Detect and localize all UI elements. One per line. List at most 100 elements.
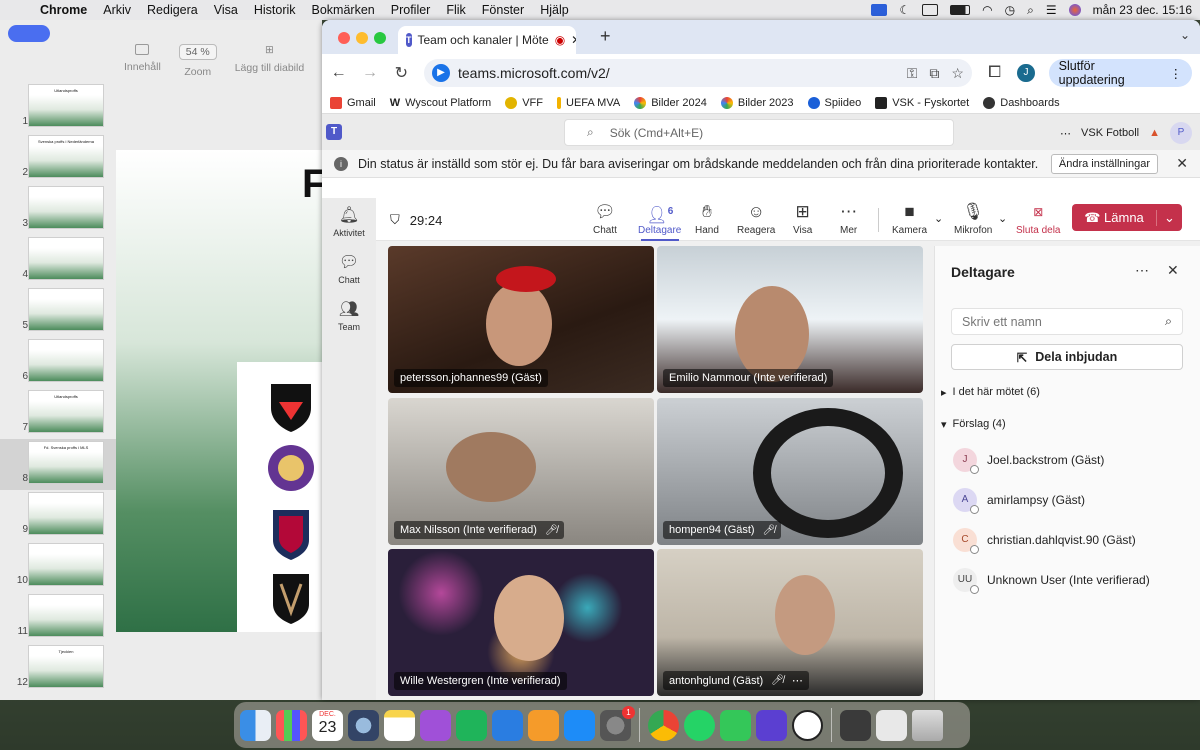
clock-icon[interactable]	[792, 709, 823, 741]
rail-item-teams[interactable]: 👥︎ Team	[322, 292, 376, 339]
minimize-window-button[interactable]	[356, 32, 368, 44]
site-info-icon[interactable]: ▶	[431, 64, 450, 82]
tile-more-icon[interactable]: ⋯	[792, 674, 803, 687]
menu-item-profiler[interactable]: Profiler	[383, 3, 439, 17]
tab-teams[interactable]: T Team och kanaler | Möte ◉ ✕	[398, 26, 576, 54]
time-machine-icon[interactable]: ◷	[1005, 3, 1015, 17]
update-button[interactable]: Slutför uppdatering ⋮	[1048, 59, 1192, 87]
slide-thumbnail[interactable]: 1 Utlandsproffs	[0, 82, 116, 133]
react-button[interactable]: ☺ Reagera	[737, 202, 775, 236]
mic-options-chevron-icon[interactable]: ⌄	[998, 212, 1007, 225]
suggested-person[interactable]: A amirlampsy (Gäst)	[953, 488, 1085, 514]
calendar-icon[interactable]: DEC. 23	[312, 709, 343, 741]
camera-options-chevron-icon[interactable]: ⌄	[934, 212, 943, 225]
video-tile[interactable]: Wille Westergren (Inte verifierad)	[388, 549, 654, 696]
panel-more-icon[interactable]: ⋯	[1135, 262, 1149, 279]
bookmark-bilder-2024[interactable]: Bilder 2024	[634, 96, 707, 109]
in-meeting-section-toggle[interactable]: ▸ I det här mötet (6)	[941, 386, 1040, 399]
bookmark-spiideo[interactable]: Spiideo	[807, 96, 861, 109]
notes-icon[interactable]	[384, 709, 415, 741]
system-settings-icon[interactable]: 1	[600, 705, 635, 741]
recent-window-icon[interactable]	[840, 709, 871, 741]
video-tile[interactable]: Emilio Nammour (Inte verifierad)	[657, 246, 923, 393]
microphone-button[interactable]: 🎙︎ Mikrofon	[954, 202, 992, 236]
menu-item-bokmarken[interactable]: Bokmärken	[304, 3, 383, 17]
teams-logo-icon[interactable]: T	[326, 124, 342, 140]
teams-search-input[interactable]: ⌕ Sök (Cmd+Alt+E)	[564, 119, 954, 146]
whatsapp-icon[interactable]	[684, 709, 715, 741]
battery-icon[interactable]	[950, 5, 971, 15]
more-options-icon[interactable]: ⋯	[1060, 127, 1071, 140]
panel-close-icon[interactable]: ✕	[1167, 262, 1179, 279]
suggestions-section-toggle[interactable]: ▾ Förslag (4)	[941, 418, 1006, 431]
extensions-icon[interactable]: ⧠	[986, 64, 1003, 82]
quicktime-icon[interactable]	[348, 709, 379, 741]
slide-thumbnail[interactable]: 4	[0, 235, 116, 286]
url-text[interactable]: teams.microsoft.com/v2/	[458, 65, 610, 81]
camera-button[interactable]: ■ Kamera	[892, 202, 927, 236]
content-button[interactable]: Innehåll	[124, 44, 161, 102]
close-tab-icon[interactable]: ✕	[571, 33, 576, 47]
recent-window-icon[interactable]	[876, 709, 907, 741]
menu-item-fonster[interactable]: Fönster	[474, 3, 532, 17]
participants-button[interactable]: 👤︎6 Deltagare	[638, 202, 681, 241]
launchpad-icon[interactable]	[276, 709, 307, 741]
suggested-person[interactable]: J Joel.backstrom (Gäst)	[953, 448, 1104, 474]
bookmark-vff[interactable]: VFF	[505, 96, 543, 109]
bookmark-vsk-fyskortet[interactable]: VSK - Fyskortet	[875, 96, 969, 109]
video-tile[interactable]: hompen94 (Gäst) 🎤︎̸	[657, 398, 923, 545]
spotlight-search-icon[interactable]: ⌕	[1027, 3, 1034, 18]
siri-icon[interactable]	[1068, 4, 1081, 16]
user-avatar[interactable]: P	[1170, 122, 1192, 144]
imovie-icon[interactable]	[756, 709, 787, 741]
participant-search-input[interactable]: Skriv ett namn ⌕	[951, 308, 1183, 335]
screen-share-icon[interactable]	[871, 4, 888, 16]
change-settings-button[interactable]: Ändra inställningar	[1050, 154, 1158, 174]
leave-options-chevron-icon[interactable]: ⌄	[1156, 209, 1182, 226]
video-tile[interactable]: Max Nilsson (Inte verifierad) 🎤︎̸	[388, 398, 654, 545]
keyboard-icon[interactable]	[922, 4, 939, 16]
menu-item-visa[interactable]: Visa	[206, 3, 246, 17]
slide-canvas[interactable]: F	[116, 150, 326, 632]
back-button[interactable]: ←	[330, 64, 347, 82]
slide-thumbnail[interactable]: 8 Fd. Svenska proffs i MLS	[0, 439, 116, 490]
zoom-value[interactable]: 54 %	[178, 44, 217, 60]
app-store-icon[interactable]	[564, 709, 595, 741]
view-button[interactable]: ⊞ Visa	[793, 202, 812, 236]
zoom-control[interactable]: 54 % Zoom	[178, 44, 217, 102]
menu-item-historik[interactable]: Historik	[246, 3, 304, 17]
add-slide-button[interactable]: ⊞ Lägg till diabild	[235, 44, 304, 102]
wifi-icon[interactable]: ◠	[982, 3, 992, 17]
menu-item-hjalp[interactable]: Hjälp	[532, 3, 577, 17]
bookmark-uefa[interactable]: UEFA MVA	[557, 96, 620, 109]
org-switcher[interactable]: ⋯ VSK Fotboll ▲ P	[1060, 122, 1192, 144]
suggested-person[interactable]: C christian.dahlqvist.90 (Gäst)	[953, 528, 1136, 554]
menu-app-name[interactable]: Chrome	[32, 3, 95, 17]
more-button[interactable]: ⋯ Mer	[840, 202, 857, 236]
slide-thumbnail[interactable]: 6	[0, 337, 116, 388]
control-center-icon[interactable]: ☰	[1046, 3, 1057, 17]
slide-thumbnail[interactable]: 10	[0, 541, 116, 592]
url-bar[interactable]: ▶ teams.microsoft.com/v2/ ⚿ ⧉ ☆	[423, 59, 972, 87]
slide-thumbnail[interactable]: 9	[0, 490, 116, 541]
messages-icon[interactable]	[720, 709, 751, 741]
leave-button[interactable]: ☎︎ Lämna ⌄	[1072, 204, 1182, 231]
tab-search-button[interactable]: ⌄	[1180, 28, 1190, 42]
podcasts-icon[interactable]	[420, 709, 451, 741]
slide-thumbnail[interactable]: 2 Svenska proffs i Nederländerna	[0, 133, 116, 184]
finder-icon[interactable]	[240, 709, 271, 741]
menu-item-arkiv[interactable]: Arkiv	[95, 3, 139, 17]
close-icon[interactable]: ✕	[1176, 155, 1188, 172]
password-key-icon[interactable]: ⚿	[907, 65, 918, 82]
bookmark-star-icon[interactable]: ☆	[951, 65, 964, 82]
focus-moon-icon[interactable]: ☾	[899, 3, 910, 17]
bookmark-gmail[interactable]: Gmail	[330, 96, 376, 109]
slide-thumbnail[interactable]: 5	[0, 286, 116, 337]
profile-avatar[interactable]: J	[1017, 64, 1035, 82]
keynote-icon[interactable]	[492, 709, 523, 741]
menu-clock[interactable]: mån 23 dec. 15:16	[1093, 3, 1192, 17]
slide-thumbnail[interactable]: 11	[0, 592, 116, 643]
slide-thumbnail[interactable]: 12 Tjeckien	[0, 643, 116, 694]
video-tile[interactable]: antonhglund (Gäst) 🎤︎̸ ⋯	[657, 549, 923, 696]
zoom-window-button[interactable]	[374, 32, 386, 44]
